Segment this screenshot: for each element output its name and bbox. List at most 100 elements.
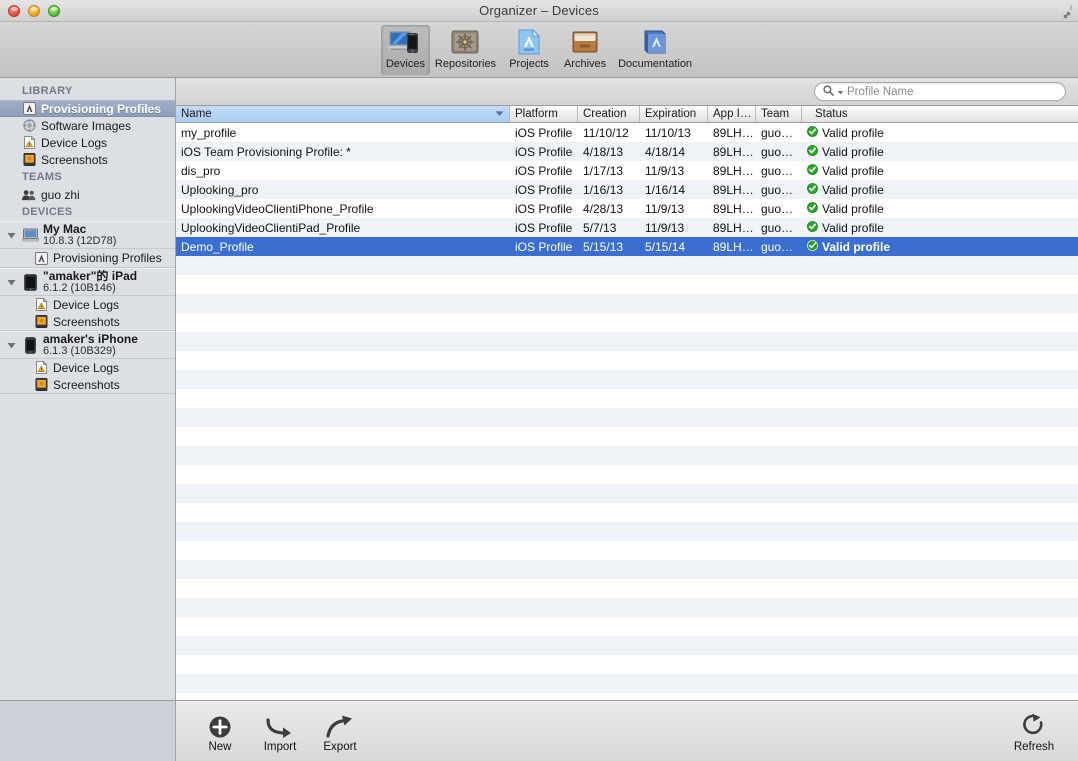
sidebar-device-amaker-ipad[interactable]: "amaker"的 iPad 6.1.2 (10B146) [0,268,175,296]
disclosure-triangle-icon[interactable] [6,278,17,287]
table-empty-row[interactable] [176,256,1078,275]
profiles-table-body[interactable]: my_profile iOS Profile 11/10/12 11/10/13 89L… [176,123,1078,700]
sidebar-item-software-images[interactable]: Software Images [0,117,175,134]
table-empty-row[interactable] [176,465,1078,484]
export-button[interactable]: Export [310,711,370,753]
table-empty-row[interactable] [176,674,1078,693]
import-button-label: Import [263,740,297,753]
table-empty-row[interactable] [176,541,1078,560]
device-name-amaker-iphone: amaker's iPhone [43,332,138,346]
column-header-app-id[interactable]: App I… [708,106,756,122]
table-empty-row[interactable] [176,389,1078,408]
table-empty-row[interactable] [176,617,1078,636]
status-icon [807,201,818,216]
cell-status: Valid profile [802,164,1078,178]
disclosure-triangle-icon[interactable] [6,231,17,240]
toolbar-label-devices: Devices [385,58,425,70]
sidebar-device-amaker-iphone[interactable]: amaker's iPhone 6.1.3 (10B329) [0,331,175,359]
table-empty-row[interactable] [176,655,1078,674]
cell-creation: 4/28/13 [583,201,624,216]
sidebar-label-screenshots: Screenshots [41,152,108,167]
new-button[interactable]: New [190,711,250,753]
sidebar-item-device-logs[interactable]: Device Logs [0,134,175,151]
refresh-button[interactable]: Refresh [1004,711,1064,753]
sidebar-device-my-mac[interactable]: My Mac 10.8.3 (12D78) [0,221,175,249]
device-version-my-mac: 10.8.3 (12D78) [43,234,117,247]
minimize-button[interactable] [28,5,40,17]
disclosure-triangle-icon[interactable] [6,341,17,350]
cell-name: UplookingVideoClientiPhone_Profile [181,201,374,216]
table-row[interactable]: iOS Team Provisioning Profile: * iOS Prof… [176,142,1078,161]
sidebar-label-iphone-device-logs: Device Logs [53,360,120,375]
cell-status: Valid profile [802,126,1078,140]
valid-check-icon [807,125,818,137]
zoom-button[interactable] [48,5,60,17]
cell-app-id: 89LH… [713,201,754,216]
provisioning-profile-icon [34,251,48,265]
import-arrow-icon [265,711,295,739]
sidebar-item-ipad-device-logs[interactable]: Device Logs [0,296,175,313]
table-empty-row[interactable] [176,427,1078,446]
title-bar: Organizer – Devices [0,0,1078,22]
table-empty-row[interactable] [176,522,1078,541]
table-row[interactable]: UplookingVideoClientiPad_Profile iOS Prof… [176,218,1078,237]
table-empty-row[interactable] [176,693,1078,700]
sort-descending-icon [495,108,504,120]
toolbar-item-repositories[interactable]: Repositories [430,25,501,70]
chevron-down-icon[interactable] [837,83,844,101]
import-button[interactable]: Import [250,711,310,753]
table-row[interactable]: dis_pro iOS Profile 1/17/13 11/9/13 89LH… guo… [176,161,1078,180]
table-row[interactable]: UplookingVideoClientiPhone_Profile iOS Pr… [176,199,1078,218]
table-row[interactable]: Uplooking_pro iOS Profile 1/16/13 1/16/14 89… [176,180,1078,199]
status-text: Valid profile [822,182,884,197]
table-empty-row[interactable] [176,351,1078,370]
table-row[interactable]: my_profile iOS Profile 11/10/12 11/10/13 89L… [176,123,1078,142]
bottom-region: New Import Export Refresh [0,700,1078,761]
sidebar-item-iphone-device-logs[interactable]: Device Logs [0,359,175,376]
toolbar-item-devices[interactable]: Devices [380,25,430,75]
table-empty-row[interactable] [176,294,1078,313]
column-header-platform[interactable]: Platform [510,106,578,122]
toolbar-item-archives[interactable]: Archives [557,25,613,70]
toolbar-label-documentation: Documentation [618,58,693,70]
cell-name: dis_pro [181,163,221,178]
table-empty-row[interactable] [176,275,1078,294]
toolbar-item-projects[interactable]: Projects [501,25,557,70]
column-label-status: Status [815,108,848,120]
table-empty-row[interactable] [176,332,1078,351]
search-input[interactable]: Profile Name [814,82,1066,101]
column-header-team[interactable]: Team [756,106,802,122]
table-empty-row[interactable] [176,408,1078,427]
table-row[interactable]: Demo_Profile iOS Profile 5/15/13 5/15/14 89L… [176,237,1078,256]
export-arrow-icon [325,711,355,739]
column-header-name[interactable]: Name [176,106,510,122]
table-empty-row[interactable] [176,598,1078,617]
table-empty-row[interactable] [176,579,1078,598]
sidebar-item-iphone-screenshots[interactable]: Screenshots [0,376,175,394]
column-header-creation[interactable]: Creation [578,106,640,122]
sidebar-item-mac-provisioning-profiles[interactable]: Provisioning Profiles [0,249,175,268]
table-empty-row[interactable] [176,503,1078,522]
table-empty-row[interactable] [176,484,1078,503]
column-label-expiration: Expiration [645,108,697,120]
table-empty-row[interactable] [176,313,1078,332]
table-empty-row[interactable] [176,560,1078,579]
sidebar-item-provisioning-profiles[interactable]: Provisioning Profiles [0,100,175,117]
sidebar-item-screenshots[interactable]: Screenshots [0,151,175,168]
sidebar-item-ipad-screenshots[interactable]: Screenshots [0,313,175,331]
sidebar-label-mac-provisioning-profiles: Provisioning Profiles [53,251,162,265]
cell-platform: iOS Profile [515,182,573,197]
window-body: LIBRARY Provisioning Profiles Software I… [0,78,1078,700]
column-header-expiration[interactable]: Expiration [640,106,708,122]
table-empty-row[interactable] [176,636,1078,655]
export-button-label: Export [323,740,357,753]
fullscreen-expand-icon[interactable] [1055,3,1073,19]
close-button[interactable] [8,5,20,17]
toolbar-item-documentation[interactable]: Documentation [613,25,697,70]
sidebar-item-team-guo-zhi[interactable]: guo zhi [0,186,175,203]
column-header-status[interactable]: Status [802,106,1078,122]
table-empty-row[interactable] [176,446,1078,465]
sidebar: LIBRARY Provisioning Profiles Software I… [0,78,176,700]
cell-app-id: 89LH… [713,220,754,235]
table-empty-row[interactable] [176,370,1078,389]
